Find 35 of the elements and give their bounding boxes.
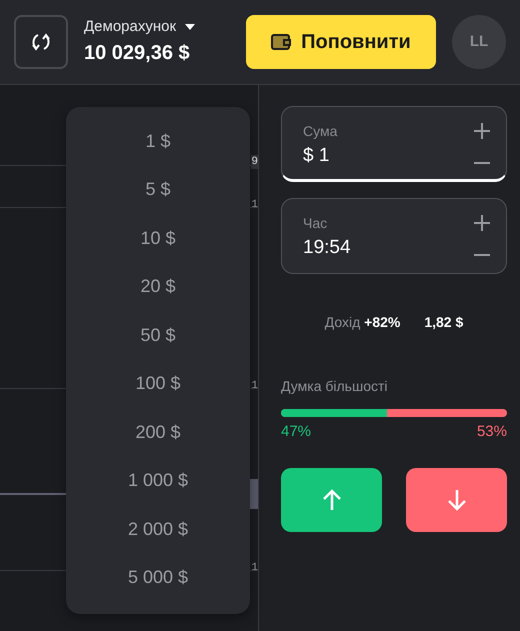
price-label: 9 <box>251 155 258 169</box>
price-label: 1 <box>251 561 258 575</box>
payout-percent: +82% <box>364 314 400 330</box>
avatar[interactable]: LL <box>452 15 506 69</box>
price-label: 1 <box>251 379 258 393</box>
wallet-icon <box>271 33 292 51</box>
amount-option[interactable]: 1 $ <box>145 128 171 155</box>
payout-amount: 1,82 $ <box>424 313 464 332</box>
arrow-down-icon <box>446 488 468 512</box>
amount-option[interactable]: 10 $ <box>140 224 176 252</box>
down-percent: 53% <box>476 422 507 442</box>
field-label: Сума <box>303 122 338 141</box>
switch-account-button[interactable] <box>14 15 68 69</box>
amount-input[interactable]: $ 1 <box>303 142 413 170</box>
amount-option[interactable]: 50 $ <box>140 322 176 349</box>
refresh-icon <box>30 31 52 53</box>
amount-option[interactable]: 200 $ <box>135 418 181 446</box>
amount-option[interactable]: 5 $ <box>145 176 171 204</box>
caret-icon[interactable] <box>184 23 196 31</box>
amount-option[interactable]: 5 000 $ <box>128 564 188 592</box>
balance: 10 029,36 $ <box>84 41 191 66</box>
price-marker <box>250 479 258 509</box>
amount-option[interactable]: 1 000 $ <box>128 467 188 494</box>
field-label: Час <box>303 214 328 233</box>
payout-label: Дохід <box>324 314 360 330</box>
account-label[interactable]: Деморахунок <box>84 16 176 38</box>
amount-option[interactable]: 2 000 $ <box>128 516 188 543</box>
deposit-button[interactable]: Поповнити <box>246 15 436 69</box>
amount-option[interactable]: 100 $ <box>135 370 181 398</box>
time-input[interactable]: 19:54 <box>303 234 413 262</box>
amount-option[interactable]: 20 $ <box>140 273 176 300</box>
up-percent: 47% <box>281 422 312 442</box>
price-label: 1 <box>251 198 258 212</box>
sentiment-label: Думка більшості <box>281 377 388 396</box>
arrow-up-icon <box>320 488 342 512</box>
